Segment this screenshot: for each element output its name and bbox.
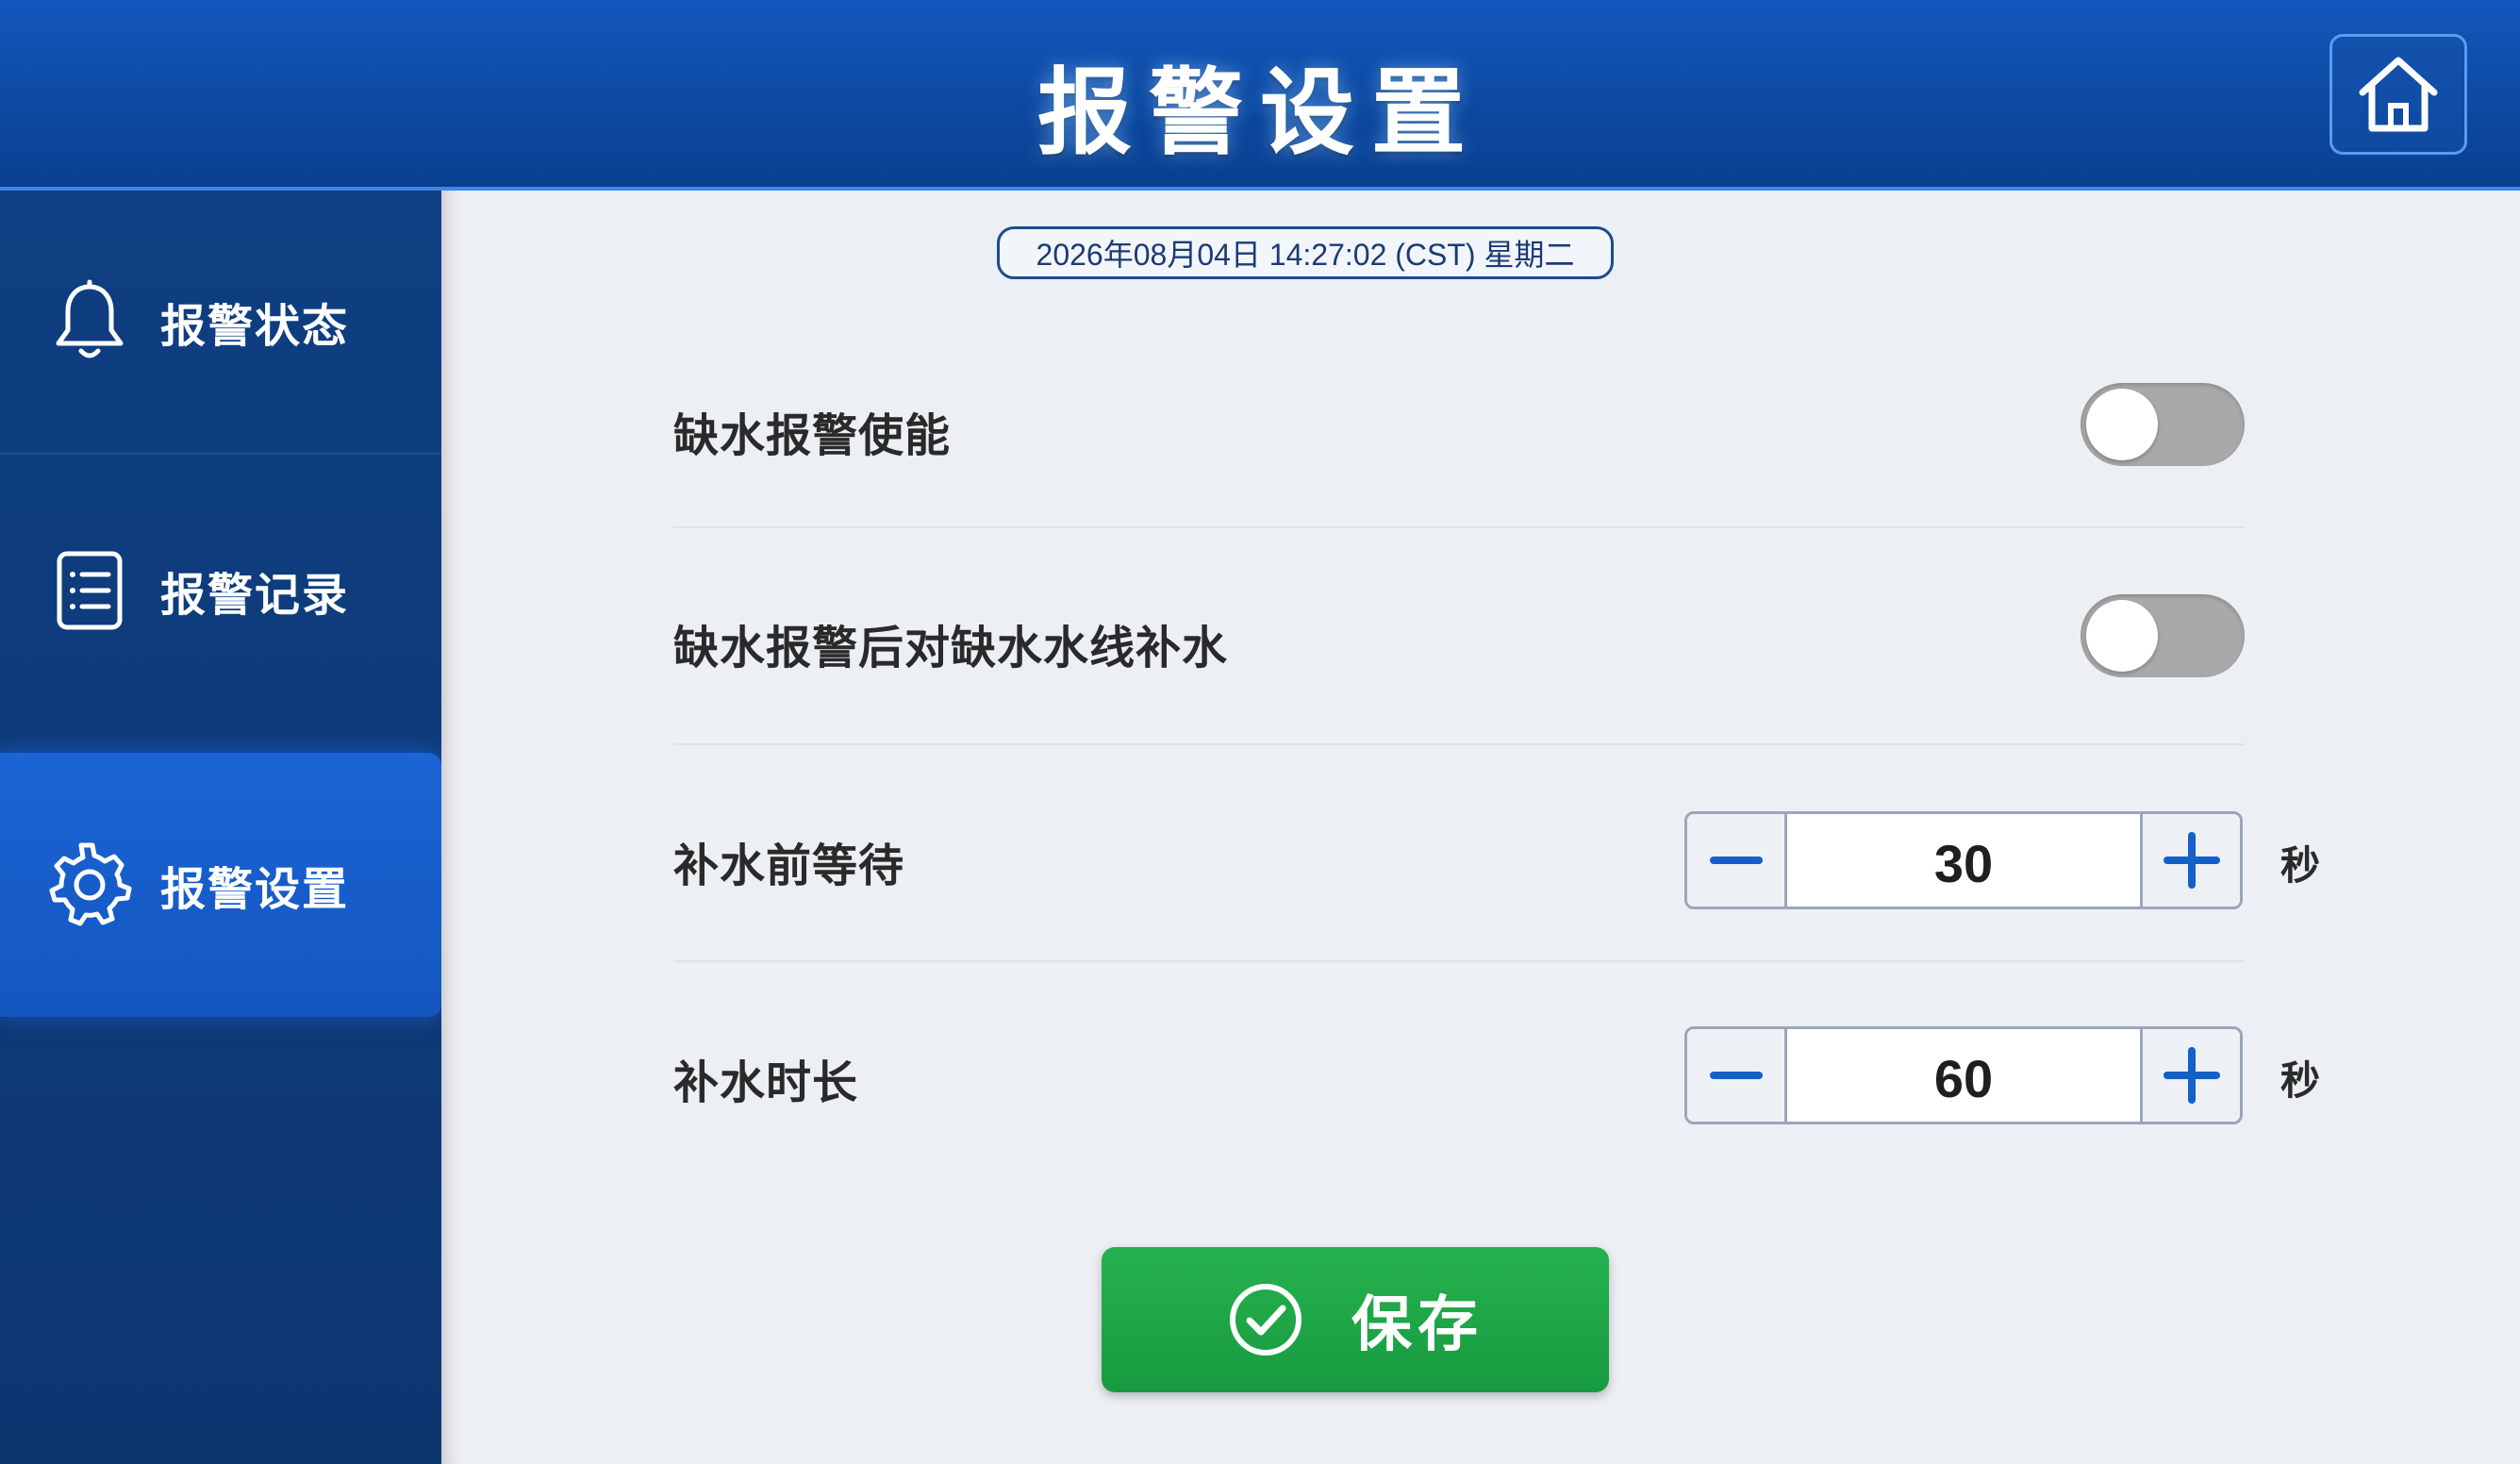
unit-label: 秒 xyxy=(2280,1057,2321,1104)
page-title: 报警设置 xyxy=(1037,58,1483,168)
sidebar: 报警状态 报警记录 报警设置 xyxy=(0,191,441,1464)
datetime-display: 2026年08月04日 14:27:02 (CST) 星期二 xyxy=(997,226,1614,279)
check-circle-icon xyxy=(1230,1284,1301,1356)
row-divider xyxy=(673,743,2245,745)
save-button[interactable]: 保存 xyxy=(1102,1247,1609,1392)
toggle-knob xyxy=(2086,600,2158,672)
sidebar-item-label: 报警状态 xyxy=(160,300,350,353)
row-divider xyxy=(673,526,2245,528)
wait-before-refill-stepper: 30 xyxy=(1684,811,2243,909)
sidebar-item-alarm-records[interactable]: 报警记录 xyxy=(0,458,441,723)
setting-label: 缺水报警使能 xyxy=(673,409,952,462)
water-shortage-alarm-toggle[interactable] xyxy=(2081,383,2245,466)
decrement-button[interactable] xyxy=(1687,814,1787,907)
refill-duration-stepper: 60 xyxy=(1684,1026,2243,1124)
setting-label: 补水时长 xyxy=(673,1056,859,1109)
top-header: 报警设置 xyxy=(0,0,2520,191)
sidebar-item-alarm-status[interactable]: 报警状态 xyxy=(0,191,441,455)
sidebar-item-alarm-settings[interactable]: 报警设置 xyxy=(0,753,441,1017)
refill-after-alarm-toggle[interactable] xyxy=(2081,594,2245,677)
gear-icon xyxy=(47,842,132,927)
row-divider xyxy=(673,960,2245,962)
home-icon xyxy=(2359,57,2438,132)
home-button[interactable] xyxy=(2329,34,2467,155)
setting-label: 缺水报警后对缺水水线补水 xyxy=(673,622,1229,674)
plus-icon xyxy=(2163,1047,2220,1104)
minus-icon xyxy=(1709,1072,1763,1079)
list-document-icon xyxy=(47,548,132,633)
setting-label: 补水前等待 xyxy=(673,840,905,892)
sidebar-item-label: 报警设置 xyxy=(160,863,350,916)
stepper-value[interactable]: 30 xyxy=(1787,814,2140,907)
sidebar-item-label: 报警记录 xyxy=(160,569,350,622)
plus-icon xyxy=(2163,832,2220,889)
decrement-button[interactable] xyxy=(1687,1029,1787,1122)
increment-button[interactable] xyxy=(2140,814,2240,907)
save-button-label: 保存 xyxy=(1351,1290,1484,1360)
bell-icon xyxy=(47,279,132,364)
unit-label: 秒 xyxy=(2280,842,2321,889)
increment-button[interactable] xyxy=(2140,1029,2240,1122)
toggle-knob xyxy=(2086,389,2158,460)
stepper-value[interactable]: 60 xyxy=(1787,1029,2140,1122)
minus-icon xyxy=(1709,857,1763,864)
